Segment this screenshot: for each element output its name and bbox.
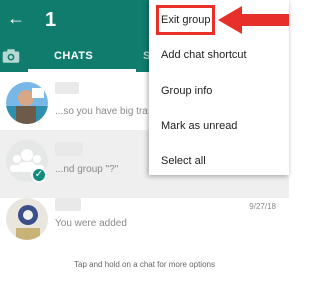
chat-time: 9/27/18 (249, 202, 276, 211)
menu-group-info[interactable]: Group info (161, 84, 212, 98)
chat-snippet: ...so you have big tra (55, 106, 148, 117)
avatar (6, 82, 48, 124)
hint-text: Tap and hold on a chat for more options (74, 260, 215, 269)
avatar (6, 198, 48, 240)
camera-icon[interactable] (2, 48, 20, 64)
highlight-box (156, 5, 215, 35)
redacted-name (55, 142, 83, 156)
menu-add-chat-shortcut[interactable]: Add chat shortcut (161, 48, 247, 62)
redacted-name (55, 82, 79, 94)
check-icon: ✓ (31, 167, 47, 183)
chat-snippet: ...nd group "?" (55, 164, 119, 175)
back-arrow-icon[interactable]: ← (6, 8, 26, 28)
tab-chats[interactable]: CHATS (54, 50, 93, 62)
chat-row[interactable]: 9/27/18 You were added (0, 188, 289, 256)
menu-select-all[interactable]: Select all (161, 154, 206, 168)
red-arrow-icon (218, 6, 289, 34)
selected-count: 1 (45, 9, 57, 31)
menu-mark-as-unread[interactable]: Mark as unread (161, 119, 237, 133)
chat-snippet: You were added (55, 218, 127, 229)
redacted-name (55, 198, 81, 211)
